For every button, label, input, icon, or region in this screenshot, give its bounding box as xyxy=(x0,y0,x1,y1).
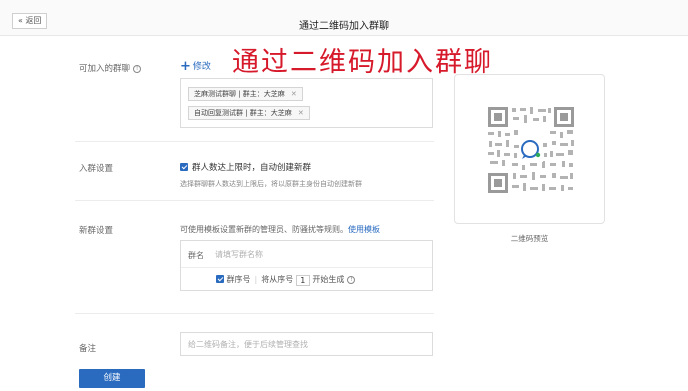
qr-preview-caption: 二维码预览 xyxy=(510,234,549,243)
group-chip: 自动回复测试群 | 群主：大芝麻 ✕ xyxy=(188,106,310,120)
new-group-label: 新群设置 xyxy=(79,226,114,236)
edit-groups-label: 修改 xyxy=(192,62,211,72)
page-title: 通过二维码加入群聊 xyxy=(299,21,389,32)
auto-create-checkbox[interactable] xyxy=(180,163,188,171)
overlay-title: 通过二维码加入群聊 xyxy=(232,47,493,78)
sequence-suffix: 开始生成 xyxy=(312,275,345,284)
groups-label-text: 可加入的群聊 xyxy=(79,64,131,74)
auto-create-label: 群人数达上限时，自动创建新群 xyxy=(192,163,312,173)
groups-label: 可加入的群聊! xyxy=(79,62,142,74)
qr-preview-card xyxy=(454,74,605,224)
create-button[interactable]: 创建 xyxy=(79,369,145,388)
use-template-link[interactable]: 使用模板 xyxy=(348,225,380,234)
auto-create-row[interactable]: 群人数达上限时，自动创建新群 xyxy=(180,161,311,173)
info-circle-icon[interactable]: ! xyxy=(347,276,356,284)
close-icon[interactable]: ✕ xyxy=(291,90,297,98)
group-name-input[interactable] xyxy=(215,248,415,261)
close-icon[interactable]: ✕ xyxy=(298,109,304,117)
divider xyxy=(75,200,434,201)
separator: | xyxy=(254,275,258,284)
top-bar: « 返回 通过二维码加入群聊 xyxy=(0,0,688,36)
info-circle-icon[interactable]: ! xyxy=(133,65,142,73)
sequence-prefix: 将从序号 xyxy=(261,275,294,284)
qr-code-icon xyxy=(486,105,576,195)
sequence-start-input[interactable]: 1 xyxy=(295,275,310,286)
template-description-text: 可使用模板设置新群的管理员、防骚扰等规则。 xyxy=(180,225,348,234)
edit-groups-link[interactable]: + 修改 xyxy=(180,59,211,74)
group-name-label: 群名 xyxy=(188,251,204,260)
sequence-label: 群序号 xyxy=(226,275,251,284)
divider xyxy=(75,141,434,142)
group-chip: 芝麻测试群聊 | 群主：大芝麻 ✕ xyxy=(188,87,303,101)
groups-box: 芝麻测试群聊 | 群主：大芝麻 ✕ 自动回复测试群 | 群主：大芝麻 ✕ xyxy=(180,78,433,128)
group-name-row: 群名 xyxy=(181,241,432,268)
note-label: 备注 xyxy=(79,344,97,354)
auto-create-description: 选择群聊群人数达到上限后，将以原群主身份自动创建新群 xyxy=(180,180,362,188)
sequence-row: 群序号 | 将从序号 1 开始生成! xyxy=(216,274,356,286)
sequence-checkbox[interactable] xyxy=(216,275,224,283)
group-chip-label: 芝麻测试群聊 | 群主：大芝麻 xyxy=(194,90,285,98)
plus-icon: + xyxy=(180,59,191,74)
group-chip-label: 自动回复测试群 | 群主：大芝麻 xyxy=(194,109,292,117)
template-description: 可使用模板设置新群的管理员、防骚扰等规则。使用模板 xyxy=(180,224,380,235)
join-settings-label: 入群设置 xyxy=(79,164,114,174)
note-input[interactable] xyxy=(180,332,433,356)
new-group-box: 群名 群序号|将从序号 1 开始生成! xyxy=(180,240,433,291)
divider xyxy=(75,313,434,314)
